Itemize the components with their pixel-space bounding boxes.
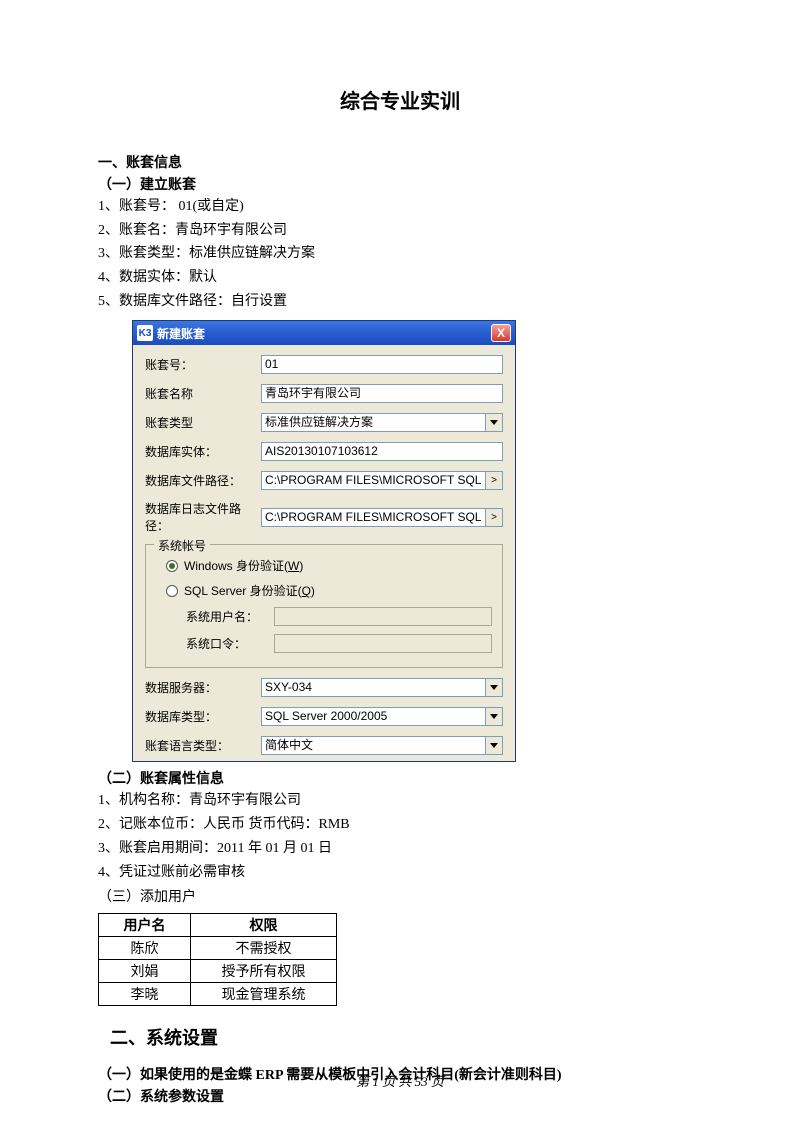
new-account-dialog: K3 新建账套 X 账套号： 01 账套名称 青岛环宇有限公司 账套类型 标准供…: [132, 320, 516, 762]
chevron-down-icon[interactable]: [485, 736, 503, 755]
radio-label: Windows 身份验证(W): [184, 557, 303, 574]
acctname-input[interactable]: 青岛环宇有限公司: [261, 384, 503, 403]
label-dataserver: 数据服务器：: [145, 679, 261, 696]
subsection-1-2: （二）账套属性信息: [98, 768, 702, 788]
td-perm: 不需授权: [191, 936, 337, 959]
sysuser-input: [274, 607, 492, 626]
td-user: 李晓: [99, 982, 191, 1005]
table-row: 李晓 现金管理系统: [99, 982, 337, 1005]
chevron-down-icon[interactable]: [485, 707, 503, 726]
text-line: 4、凭证过账前必需审核: [98, 862, 702, 884]
dataserver-select[interactable]: SXY-034: [261, 678, 485, 697]
label-dbtype: 数据库类型：: [145, 708, 261, 725]
lang-select[interactable]: 简体中文: [261, 736, 485, 755]
fieldset-legend: 系统帐号: [154, 537, 210, 554]
label-dbentity: 数据库实体：: [145, 443, 261, 460]
radio-icon: [166, 560, 178, 572]
chevron-down-icon[interactable]: [485, 413, 503, 432]
system-account-fieldset: 系统帐号 Windows 身份验证(W) SQL Server 身份验证(Q) …: [145, 544, 503, 668]
radio-label: SQL Server 身份验证(Q): [184, 582, 315, 599]
label-accttype: 账套类型: [145, 414, 261, 431]
radio-sql-auth[interactable]: SQL Server 身份验证(Q): [166, 582, 492, 599]
th-permission: 权限: [191, 913, 337, 936]
accttype-select[interactable]: 标准供应链解决方案: [261, 413, 485, 432]
dbtype-select[interactable]: SQL Server 2000/2005: [261, 707, 485, 726]
dialog-title: 新建账套: [157, 325, 205, 342]
dialog-titlebar: K3 新建账套 X: [133, 321, 515, 345]
text-line: 2、账套名：青岛环宇有限公司: [98, 220, 702, 242]
td-user: 陈欣: [99, 936, 191, 959]
label-lang: 账套语言类型：: [145, 737, 261, 754]
label-sysuser: 系统用户名：: [186, 608, 274, 625]
text-line: 5、数据库文件路径：自行设置: [98, 291, 702, 313]
radio-windows-auth[interactable]: Windows 身份验证(W): [166, 557, 492, 574]
label-acctname: 账套名称: [145, 385, 261, 402]
subsection-1-3: （三）添加用户: [98, 887, 702, 909]
page-footer: 第 1 页 共 53 页: [0, 1071, 800, 1090]
radio-icon: [166, 585, 178, 597]
section-1-heading: 一、账套信息: [98, 152, 702, 172]
dbentity-input[interactable]: AIS20130107103612: [261, 442, 503, 461]
table-header-row: 用户名 权限: [99, 913, 337, 936]
subsection-1-1: （一）建立账套: [98, 174, 702, 194]
label-acctno: 账套号：: [145, 356, 261, 373]
app-icon: K3: [137, 325, 153, 341]
table-row: 陈欣 不需授权: [99, 936, 337, 959]
doc-title: 综合专业实训: [98, 85, 702, 114]
table-row: 刘娟 授予所有权限: [99, 959, 337, 982]
text-line: 3、账套启用期间：2011 年 01 月 01 日: [98, 838, 702, 860]
browse-button[interactable]: >: [485, 508, 503, 527]
label-syspwd: 系统口令：: [186, 635, 274, 652]
text-line: 1、账套号： 01(或自定): [98, 196, 702, 218]
text-line: 4、数据实体：默认: [98, 267, 702, 289]
td-perm: 授予所有权限: [191, 959, 337, 982]
chevron-down-icon[interactable]: [485, 678, 503, 697]
td-user: 刘娟: [99, 959, 191, 982]
browse-button[interactable]: >: [485, 471, 503, 490]
th-username: 用户名: [99, 913, 191, 936]
text-line: 1、机构名称：青岛环宇有限公司: [98, 790, 702, 812]
dbpath-input[interactable]: C:\PROGRAM FILES\MICROSOFT SQL: [261, 471, 485, 490]
td-perm: 现金管理系统: [191, 982, 337, 1005]
label-dbpath: 数据库文件路径：: [145, 472, 261, 489]
user-table: 用户名 权限 陈欣 不需授权 刘娟 授予所有权限 李晓 现金管理系统: [98, 913, 337, 1006]
text-line: 2、记账本位币：人民币 货币代码：RMB: [98, 814, 702, 836]
section-2-heading: 二、系统设置: [110, 1024, 702, 1050]
label-logpath: 数据库日志文件路径：: [145, 500, 261, 534]
text-line: 3、账套类型：标准供应链解决方案: [98, 243, 702, 265]
logpath-input[interactable]: C:\PROGRAM FILES\MICROSOFT SQL: [261, 508, 485, 527]
acctno-input[interactable]: 01: [261, 355, 503, 374]
close-icon[interactable]: X: [491, 324, 511, 342]
syspwd-input: [274, 634, 492, 653]
